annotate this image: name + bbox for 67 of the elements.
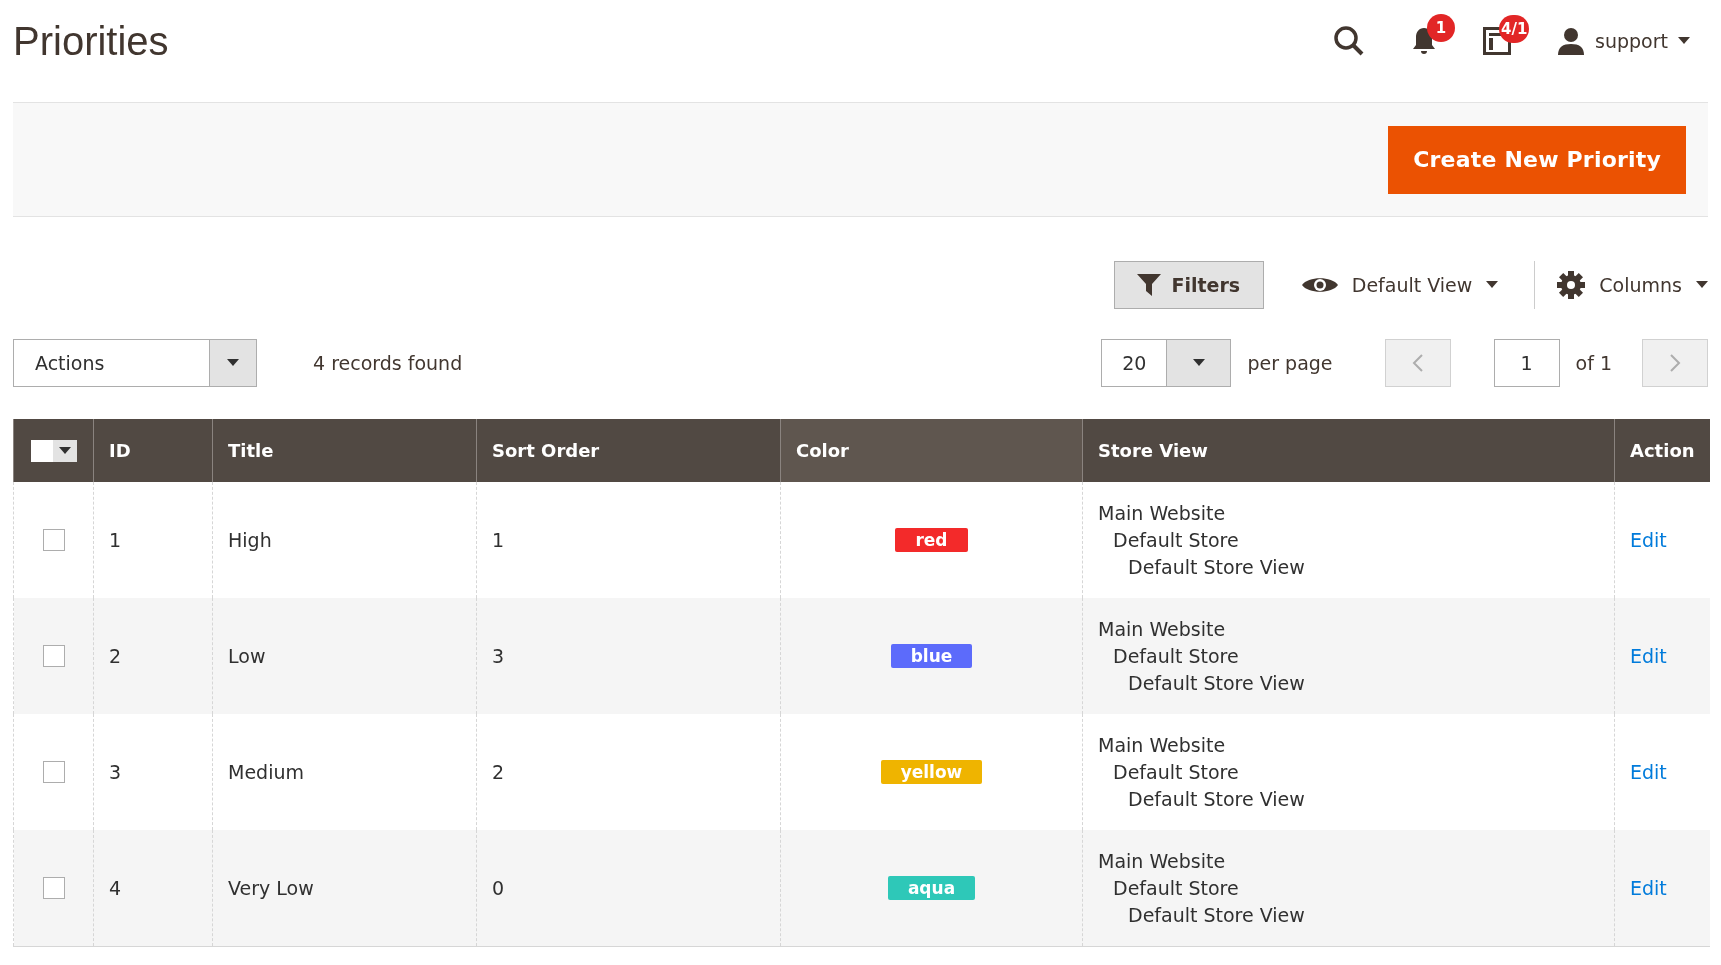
view-dropdown[interactable]: Default View bbox=[1301, 274, 1499, 296]
records-found-text: 4 records found bbox=[313, 352, 463, 374]
store-view-line: Default Store bbox=[1112, 527, 1240, 553]
chevron-left-icon bbox=[1411, 353, 1424, 373]
row-checkbox[interactable] bbox=[42, 877, 65, 899]
caret-icon bbox=[1486, 281, 1499, 289]
edit-link[interactable]: Edit bbox=[1630, 877, 1667, 899]
store-view-line: Default Store bbox=[1112, 759, 1240, 785]
edit-link[interactable]: Edit bbox=[1630, 529, 1667, 551]
mass-select-control[interactable] bbox=[30, 439, 77, 462]
caret-icon bbox=[1696, 281, 1708, 289]
table-cell: 3 bbox=[476, 598, 781, 714]
store-view-line: Default Store View bbox=[1127, 786, 1306, 812]
edit-link[interactable]: Edit bbox=[1630, 645, 1667, 667]
table-cell: Low bbox=[212, 598, 477, 714]
edit-link[interactable]: Edit bbox=[1630, 761, 1667, 783]
user-icon[interactable] bbox=[1557, 27, 1586, 55]
columns-dropdown[interactable]: Columns bbox=[1557, 271, 1708, 299]
eye-icon bbox=[1301, 275, 1338, 295]
caret-icon bbox=[227, 359, 239, 367]
row-checkbox[interactable] bbox=[42, 529, 65, 551]
user-name[interactable]: support bbox=[1595, 30, 1668, 52]
table-cell: Very Low bbox=[212, 830, 477, 947]
create-new-priority-button[interactable]: Create New Priority bbox=[1388, 125, 1686, 194]
store-view-line: Main Website bbox=[1098, 732, 1227, 758]
store-view-line: Default Store View bbox=[1127, 670, 1306, 696]
caret-icon bbox=[58, 446, 71, 455]
column-header[interactable]: Store View bbox=[1082, 419, 1615, 482]
chevron-right-icon bbox=[1669, 353, 1681, 373]
color-tag: red bbox=[895, 528, 968, 552]
page-title: Priorities bbox=[13, 18, 169, 64]
next-page-button[interactable] bbox=[1642, 339, 1708, 387]
store-view-line: Default Store View bbox=[1127, 902, 1306, 928]
column-header[interactable]: Action bbox=[1614, 419, 1710, 482]
system-messages-badge: 4/1 bbox=[1499, 15, 1530, 43]
column-header[interactable]: Sort Order bbox=[476, 419, 781, 482]
store-view-line: Main Website bbox=[1098, 500, 1227, 526]
table-cell: 0 bbox=[476, 830, 781, 947]
row-checkbox[interactable] bbox=[42, 761, 65, 783]
color-tag: blue bbox=[890, 644, 973, 668]
color-tag: yellow bbox=[880, 760, 983, 784]
per-page-dropdown[interactable]: 20 bbox=[1101, 339, 1232, 387]
store-view-line: Main Website bbox=[1098, 848, 1227, 874]
previous-page-button[interactable] bbox=[1384, 339, 1451, 387]
store-view-line: Default Store bbox=[1112, 643, 1240, 669]
column-header[interactable]: Color bbox=[780, 419, 1083, 482]
caret-icon bbox=[1192, 359, 1205, 367]
caret-icon bbox=[1678, 37, 1690, 45]
table-cell: 2 bbox=[93, 598, 213, 714]
bell-icon[interactable] bbox=[1411, 26, 1438, 56]
filters-button[interactable]: Filters bbox=[1113, 261, 1264, 309]
funnel-icon bbox=[1137, 274, 1162, 296]
search-icon[interactable] bbox=[1333, 25, 1366, 57]
store-view-line: Default Store View bbox=[1127, 554, 1306, 580]
notification-count-badge: 1 bbox=[1427, 14, 1456, 42]
color-tag: aqua bbox=[887, 876, 976, 900]
row-checkbox[interactable] bbox=[42, 645, 65, 667]
page-number-field[interactable]: 1 bbox=[1493, 339, 1560, 387]
table-cell: 4 bbox=[93, 830, 213, 947]
actions-dropdown[interactable]: Actions bbox=[13, 339, 257, 387]
column-header[interactable]: ID bbox=[93, 419, 213, 482]
page-total-text: of 1 bbox=[1575, 352, 1612, 374]
gear-icon bbox=[1557, 271, 1586, 299]
store-view-line: Main Website bbox=[1098, 616, 1227, 642]
store-view-line: Default Store bbox=[1112, 875, 1240, 901]
per-page-label: per page bbox=[1247, 352, 1333, 374]
column-header[interactable]: Title bbox=[212, 419, 477, 482]
